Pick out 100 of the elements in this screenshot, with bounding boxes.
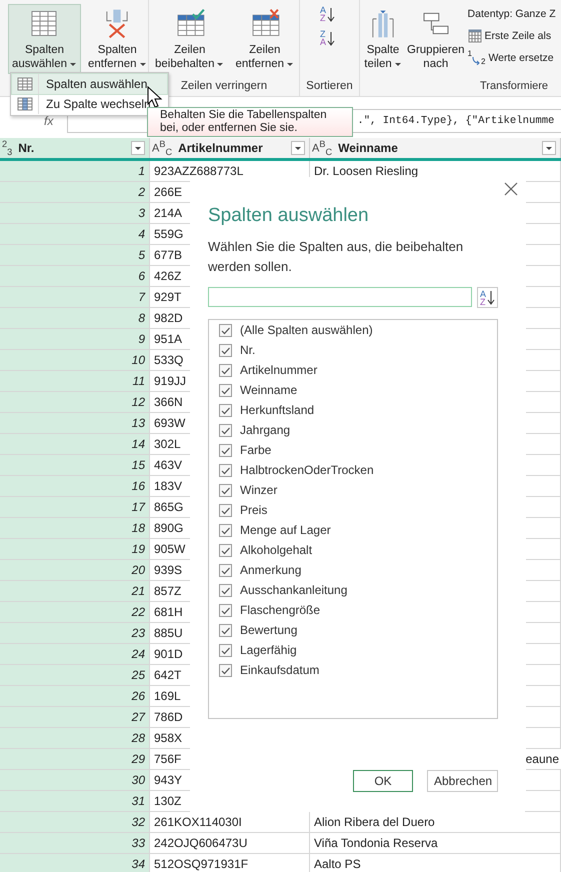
checkbox-label[interactable]: Alkoholgehalt — [240, 543, 312, 557]
checkbox-label[interactable]: Winzer — [240, 483, 278, 497]
group-label: Transformiere — [479, 79, 550, 94]
checkbox-label[interactable]: Menge auf Lager — [240, 523, 331, 537]
checkbox[interactable] — [219, 524, 232, 536]
checkbox[interactable] — [219, 564, 232, 576]
checkbox-label[interactable]: Preis — [240, 503, 268, 517]
ribbon-button[interactable]: Gruppieren nach — [405, 4, 467, 74]
checkbox-label[interactable]: Herkunftsland — [240, 403, 314, 417]
menu-item[interactable]: Spalten auswählen — [12, 74, 167, 94]
column-header[interactable]: A$^{B}$$_{C}$ Weinname — [310, 138, 561, 158]
table-cell: 15 — [0, 455, 150, 476]
table-icon — [17, 77, 33, 91]
ribbon-button[interactable]: Datentyp: Ganze Z — [468, 4, 556, 24]
table-cell: 18 — [0, 518, 150, 539]
checkbox[interactable] — [219, 364, 232, 376]
table-cell: 27 — [0, 707, 150, 728]
table-cell: 32 — [0, 812, 150, 833]
table-cell: 3 — [0, 203, 150, 224]
table-cell: 26 — [0, 686, 150, 707]
checkbox-label[interactable]: Lagerfähig — [240, 643, 297, 657]
ribbon-button[interactable]: Zeilen entfernen — [231, 4, 298, 74]
calendar-icon — [468, 29, 482, 43]
close-icon[interactable] — [504, 182, 518, 196]
checkbox[interactable] — [219, 604, 232, 616]
checkbox-label[interactable]: Weinname — [240, 383, 298, 397]
checkbox-label[interactable]: Farbe — [240, 443, 272, 457]
checkbox-label[interactable]: Einkaufsdatum — [240, 663, 320, 677]
table-cell: 261KOX114030I — [150, 812, 310, 833]
cancel-button[interactable]: Abbrechen — [427, 770, 498, 792]
group-label: Zeilen verringern — [180, 79, 268, 94]
table-cell: 12 — [0, 392, 150, 413]
ribbon-button[interactable]: Spalten auswählen — [8, 4, 81, 74]
table-cell: Aalto PS — [310, 854, 561, 872]
table-cell: 19 — [0, 539, 150, 560]
table-cell: 30 — [0, 770, 150, 791]
ribbon-button[interactable]: Erste Zeile als — [468, 26, 556, 46]
table-icon — [17, 97, 33, 111]
checkbox-label[interactable]: Anmerkung — [240, 563, 302, 577]
checkbox[interactable] — [219, 384, 232, 396]
sort-button[interactable]: A Z — [477, 287, 498, 308]
checkbox[interactable] — [219, 664, 232, 676]
filter-dropdown[interactable] — [131, 141, 145, 155]
ribbon-button[interactable]: 1 2 Werte ersetze — [468, 48, 556, 68]
sort-ascending-button[interactable]: A Z — [320, 6, 336, 22]
table-cell: 512OSQ971931F — [150, 854, 310, 872]
checkbox[interactable] — [219, 324, 232, 336]
ribbon-button[interactable]: Zeilen beibehalten — [151, 4, 228, 74]
table-cell: 22 — [0, 602, 150, 623]
checkbox[interactable] — [219, 584, 232, 596]
checkbox[interactable] — [219, 444, 232, 456]
ok-button[interactable]: OK — [353, 770, 413, 792]
checkbox[interactable] — [219, 484, 232, 496]
table-cell: Alion Ribera del Duero — [310, 812, 561, 833]
table-cell: 8 — [0, 308, 150, 329]
checkbox[interactable] — [219, 344, 232, 356]
checkbox[interactable] — [219, 464, 232, 476]
checkbox-label[interactable]: HalbtrockenOderTrocken — [240, 463, 374, 477]
checkbox-label[interactable]: Bewertung — [240, 623, 298, 637]
tooltip: Behalten Sie die Tabellenspalten bei, oder entfernen Sie sie. — [147, 107, 353, 137]
table-cell: Viña Tondonia Reserva — [310, 833, 561, 854]
table-cell: 29 — [0, 749, 150, 770]
checkbox[interactable] — [219, 624, 232, 636]
table-cell: 25 — [0, 665, 150, 686]
table-cell: 23 — [0, 623, 150, 644]
arrow-down-icon — [327, 6, 336, 22]
table-cell: 4 — [0, 224, 150, 245]
checkbox-label[interactable]: Flaschengröße — [240, 603, 320, 617]
checkbox[interactable] — [219, 544, 232, 556]
checkbox-label[interactable]: (Alle Spalten auswählen) — [240, 323, 373, 337]
checkbox-label[interactable]: Ausschankanleitung — [240, 583, 348, 597]
ribbon-button[interactable]: Spalte teilen — [362, 4, 404, 74]
caret-icon — [134, 146, 142, 150]
checkbox[interactable] — [219, 404, 232, 416]
table-cell: 21 — [0, 581, 150, 602]
dialog-description: Wählen Sie die Spalten aus, die beibehalten werden sollen. — [208, 238, 464, 276]
sort-descending-button[interactable]: Z A — [320, 30, 336, 46]
column-header[interactable]: A$^{B}$$_{C}$ Artikelnummer — [150, 138, 310, 158]
table-cell: 7 — [0, 287, 150, 308]
table-cell: 34 — [0, 854, 150, 872]
table-cell: 16 — [0, 476, 150, 497]
checkbox[interactable] — [219, 424, 232, 436]
checkbox-label[interactable]: Jahrgang — [240, 423, 290, 437]
checkbox-label[interactable]: Nr. — [240, 343, 256, 357]
table-cell: 242OJQ606473U — [150, 833, 310, 854]
table-cell: 5 — [0, 245, 150, 266]
checkbox[interactable] — [219, 504, 232, 516]
checkbox[interactable] — [219, 644, 232, 656]
caret-icon — [294, 146, 302, 150]
arrow-down-icon — [327, 30, 336, 46]
table-cell: 24 — [0, 644, 150, 665]
ribbon-button[interactable]: Spalten entfernen — [84, 4, 151, 74]
table-cell: 13 — [0, 413, 150, 434]
filter-dropdown[interactable] — [542, 141, 556, 155]
table-cell: 2 — [0, 182, 150, 203]
search-field[interactable] — [208, 287, 472, 307]
checkbox-label[interactable]: Artikelnummer — [240, 363, 318, 377]
table-cell: 14 — [0, 434, 150, 455]
table-cell: 1 — [0, 161, 150, 182]
filter-dropdown[interactable] — [291, 141, 305, 155]
